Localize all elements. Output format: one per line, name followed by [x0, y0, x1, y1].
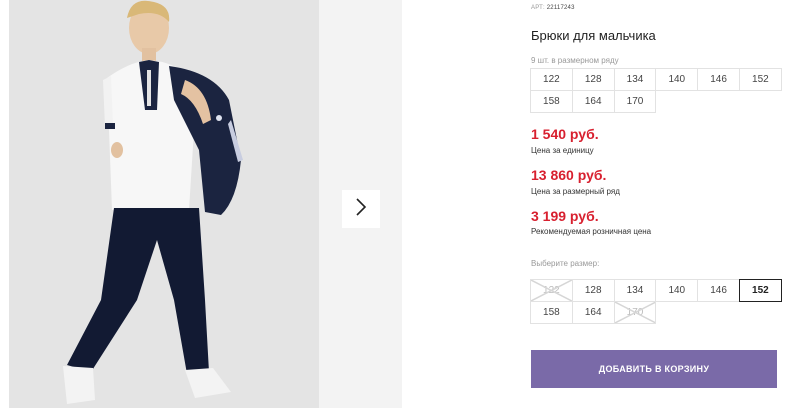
- size-option-label: 164: [584, 307, 602, 318]
- product-image: [9, 0, 319, 408]
- range-size-cell: 134: [613, 68, 657, 91]
- retail-price: 3 199 руб.: [531, 208, 599, 224]
- size-option-label: 152: [752, 285, 769, 296]
- size-range-grid: 122 128 134 140 146 152 158 164 170: [530, 68, 782, 113]
- size-option-164[interactable]: 164: [571, 301, 615, 324]
- range-size-cell: 146: [697, 68, 740, 91]
- product-photo[interactable]: [9, 0, 319, 408]
- unit-price-note: Цена за единицу: [531, 146, 594, 155]
- size-option-128[interactable]: 128: [571, 279, 615, 302]
- size-option-158[interactable]: 158: [530, 301, 573, 324]
- range-size-cell: 170: [613, 90, 657, 113]
- range-count-label: 9 шт. в размерном ряду: [531, 56, 619, 65]
- range-size-cell: 152: [738, 68, 782, 91]
- article-number: АРТ: 22117243: [531, 5, 575, 11]
- size-option-170: 170: [613, 301, 657, 324]
- unavailable-cross-icon: [531, 280, 572, 301]
- size-picker-label: Выберите размер:: [531, 259, 600, 268]
- product-title: Брюки для мальчика: [531, 28, 656, 43]
- size-option-152[interactable]: 152: [738, 279, 782, 302]
- size-option-122: 122: [530, 279, 573, 302]
- add-to-cart-button[interactable]: ДОБАВИТЬ В КОРЗИНУ: [531, 350, 777, 388]
- range-size-cell: 122: [530, 68, 573, 91]
- article-label: АРТ:: [531, 5, 545, 11]
- range-price: 13 860 руб.: [531, 167, 607, 183]
- size-option-140[interactable]: 140: [655, 279, 699, 302]
- range-size-cell: 164: [571, 90, 615, 113]
- range-size-cell: 140: [655, 68, 699, 91]
- range-size-cell: 158: [530, 90, 573, 113]
- size-option-146[interactable]: 146: [697, 279, 740, 302]
- chevron-right-icon: [355, 197, 367, 221]
- unavailable-cross-icon: [615, 302, 656, 323]
- gallery-next-button[interactable]: [342, 190, 380, 228]
- size-option-label: 158: [543, 307, 560, 318]
- range-size-cell: 128: [571, 68, 615, 91]
- range-price-note: Цена за размерный ряд: [531, 187, 620, 196]
- retail-price-note: Рекомендуемая розничная цена: [531, 227, 652, 236]
- size-option-label: 146: [710, 285, 727, 296]
- article-value: 22117243: [546, 5, 575, 11]
- unit-price: 1 540 руб.: [531, 126, 599, 142]
- size-picker-grid: 122 128 134 140 146 152 158 164 170: [530, 279, 782, 324]
- size-option-label: 128: [584, 285, 602, 296]
- size-option-134[interactable]: 134: [613, 279, 657, 302]
- size-option-label: 140: [668, 285, 686, 296]
- size-option-label: 134: [626, 285, 644, 296]
